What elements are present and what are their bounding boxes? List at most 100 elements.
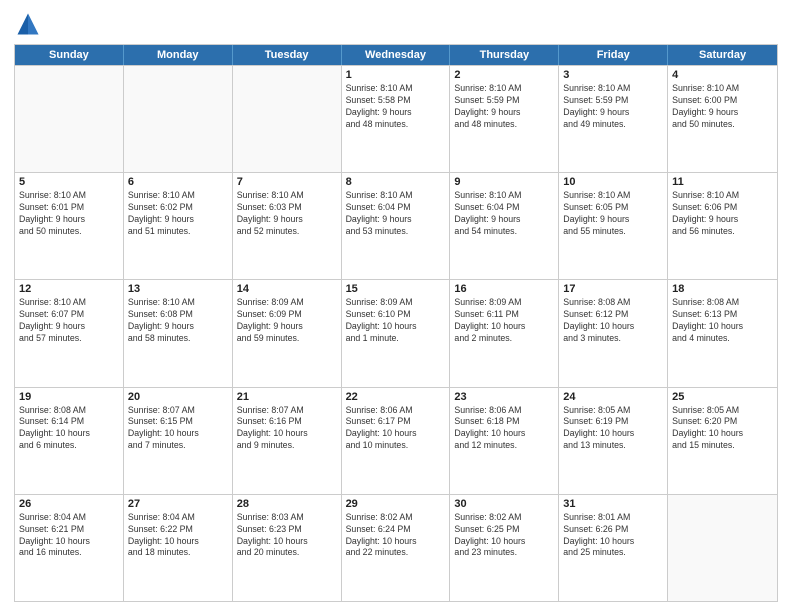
cell-text: Sunrise: 8:10 AM Sunset: 5:58 PM Dayligh…	[346, 83, 446, 131]
cal-cell: 16 Sunrise: 8:09 AM Sunset: 6:11 PM Dayli…	[450, 280, 559, 386]
header-cell-monday: Monday	[124, 45, 233, 65]
cell-text: Sunrise: 8:10 AM Sunset: 6:08 PM Dayligh…	[128, 297, 228, 345]
cal-cell: 22 Sunrise: 8:06 AM Sunset: 6:17 PM Dayli…	[342, 388, 451, 494]
day-number: 28	[237, 498, 337, 510]
header-cell-sunday: Sunday	[15, 45, 124, 65]
cell-text: Sunrise: 8:02 AM Sunset: 6:25 PM Dayligh…	[454, 512, 554, 560]
cell-text: Sunrise: 8:07 AM Sunset: 6:15 PM Dayligh…	[128, 405, 228, 453]
cal-cell: 1 Sunrise: 8:10 AM Sunset: 5:58 PM Daylig…	[342, 66, 451, 172]
header-cell-tuesday: Tuesday	[233, 45, 342, 65]
cal-cell: 6 Sunrise: 8:10 AM Sunset: 6:02 PM Daylig…	[124, 173, 233, 279]
page: SundayMondayTuesdayWednesdayThursdayFrid…	[0, 0, 792, 612]
calendar: SundayMondayTuesdayWednesdayThursdayFrid…	[14, 44, 778, 602]
day-number: 18	[672, 283, 773, 295]
header	[14, 10, 778, 38]
cal-cell: 8Sunrise: 8:10 AM Sunset: 6:04 PM Daylig…	[342, 173, 451, 279]
cal-cell: 29Sunrise: 8:02 AM Sunset: 6:24 PM Dayli…	[342, 495, 451, 601]
calendar-row-1: 1 Sunrise: 8:10 AM Sunset: 5:58 PM Daylig…	[15, 65, 777, 172]
day-number: 31	[563, 498, 663, 510]
day-number: 17	[563, 283, 663, 295]
cal-cell: 14 Sunrise: 8:09 AM Sunset: 6:09 PM Dayli…	[233, 280, 342, 386]
day-number: 11	[672, 176, 773, 188]
cal-cell: 20 Sunrise: 8:07 AM Sunset: 6:15 PM Dayli…	[124, 388, 233, 494]
day-number: 12	[19, 283, 119, 295]
cal-cell: 11 Sunrise: 8:10 AM Sunset: 6:06 PM Dayli…	[668, 173, 777, 279]
calendar-row-5: 26Sunrise: 8:04 AM Sunset: 6:21 PM Dayli…	[15, 494, 777, 601]
cal-cell: 2Sunrise: 8:10 AM Sunset: 5:59 PM Daylig…	[450, 66, 559, 172]
cell-text: Sunrise: 8:02 AM Sunset: 6:24 PM Dayligh…	[346, 512, 446, 560]
cell-text: Sunrise: 8:10 AM Sunset: 6:05 PM Dayligh…	[563, 190, 663, 238]
cell-text: Sunrise: 8:03 AM Sunset: 6:23 PM Dayligh…	[237, 512, 337, 560]
cal-cell: 26Sunrise: 8:04 AM Sunset: 6:21 PM Dayli…	[15, 495, 124, 601]
day-number: 22	[346, 391, 446, 403]
cell-text: Sunrise: 8:04 AM Sunset: 6:22 PM Dayligh…	[128, 512, 228, 560]
header-cell-thursday: Thursday	[450, 45, 559, 65]
header-cell-friday: Friday	[559, 45, 668, 65]
cell-text: Sunrise: 8:10 AM Sunset: 6:04 PM Dayligh…	[454, 190, 554, 238]
cell-text: Sunrise: 8:09 AM Sunset: 6:09 PM Dayligh…	[237, 297, 337, 345]
day-number: 8	[346, 176, 446, 188]
day-number: 7	[237, 176, 337, 188]
day-number: 30	[454, 498, 554, 510]
day-number: 21	[237, 391, 337, 403]
cal-cell: 19 Sunrise: 8:08 AM Sunset: 6:14 PM Dayli…	[15, 388, 124, 494]
cell-text: Sunrise: 8:10 AM Sunset: 6:03 PM Dayligh…	[237, 190, 337, 238]
day-number: 4	[672, 69, 773, 81]
day-number: 27	[128, 498, 228, 510]
cal-cell: 12 Sunrise: 8:10 AM Sunset: 6:07 PM Dayli…	[15, 280, 124, 386]
day-number: 24	[563, 391, 663, 403]
logo	[14, 10, 46, 38]
cal-cell: 4 Sunrise: 8:10 AM Sunset: 6:00 PM Daylig…	[668, 66, 777, 172]
day-number: 14	[237, 283, 337, 295]
cal-cell: 9 Sunrise: 8:10 AM Sunset: 6:04 PM Daylig…	[450, 173, 559, 279]
day-number: 3	[563, 69, 663, 81]
day-number: 23	[454, 391, 554, 403]
cell-text: Sunrise: 8:07 AM Sunset: 6:16 PM Dayligh…	[237, 405, 337, 453]
cell-text: Sunrise: 8:01 AM Sunset: 6:26 PM Dayligh…	[563, 512, 663, 560]
cell-text: Sunrise: 8:10 AM Sunset: 6:01 PM Dayligh…	[19, 190, 119, 238]
cal-cell: 15 Sunrise: 8:09 AM Sunset: 6:10 PM Dayli…	[342, 280, 451, 386]
cell-text: Sunrise: 8:09 AM Sunset: 6:10 PM Dayligh…	[346, 297, 446, 345]
day-number: 1	[346, 69, 446, 81]
day-number: 9	[454, 176, 554, 188]
cal-cell: 27 Sunrise: 8:04 AM Sunset: 6:22 PM Dayli…	[124, 495, 233, 601]
cell-text: Sunrise: 8:05 AM Sunset: 6:20 PM Dayligh…	[672, 405, 773, 453]
cell-text: Sunrise: 8:06 AM Sunset: 6:18 PM Dayligh…	[454, 405, 554, 453]
cal-cell: 17Sunrise: 8:08 AM Sunset: 6:12 PM Dayli…	[559, 280, 668, 386]
cell-text: Sunrise: 8:06 AM Sunset: 6:17 PM Dayligh…	[346, 405, 446, 453]
header-cell-wednesday: Wednesday	[342, 45, 451, 65]
cal-cell: 25Sunrise: 8:05 AM Sunset: 6:20 PM Dayli…	[668, 388, 777, 494]
cal-cell	[668, 495, 777, 601]
calendar-body: 1 Sunrise: 8:10 AM Sunset: 5:58 PM Daylig…	[15, 65, 777, 601]
calendar-row-3: 12 Sunrise: 8:10 AM Sunset: 6:07 PM Dayli…	[15, 279, 777, 386]
day-number: 6	[128, 176, 228, 188]
cal-cell	[233, 66, 342, 172]
day-number: 15	[346, 283, 446, 295]
cal-cell: 10Sunrise: 8:10 AM Sunset: 6:05 PM Dayli…	[559, 173, 668, 279]
day-number: 16	[454, 283, 554, 295]
cell-text: Sunrise: 8:10 AM Sunset: 5:59 PM Dayligh…	[563, 83, 663, 131]
cal-cell: 28 Sunrise: 8:03 AM Sunset: 6:23 PM Dayli…	[233, 495, 342, 601]
cell-text: Sunrise: 8:10 AM Sunset: 6:00 PM Dayligh…	[672, 83, 773, 131]
day-number: 5	[19, 176, 119, 188]
day-number: 20	[128, 391, 228, 403]
header-cell-saturday: Saturday	[668, 45, 777, 65]
cell-text: Sunrise: 8:09 AM Sunset: 6:11 PM Dayligh…	[454, 297, 554, 345]
cal-cell	[124, 66, 233, 172]
cell-text: Sunrise: 8:10 AM Sunset: 6:06 PM Dayligh…	[672, 190, 773, 238]
cell-text: Sunrise: 8:08 AM Sunset: 6:13 PM Dayligh…	[672, 297, 773, 345]
cal-cell: 5 Sunrise: 8:10 AM Sunset: 6:01 PM Daylig…	[15, 173, 124, 279]
day-number: 26	[19, 498, 119, 510]
cal-cell: 30 Sunrise: 8:02 AM Sunset: 6:25 PM Dayli…	[450, 495, 559, 601]
cal-cell: 24Sunrise: 8:05 AM Sunset: 6:19 PM Dayli…	[559, 388, 668, 494]
cal-cell: 21 Sunrise: 8:07 AM Sunset: 6:16 PM Dayli…	[233, 388, 342, 494]
cell-text: Sunrise: 8:08 AM Sunset: 6:14 PM Dayligh…	[19, 405, 119, 453]
cal-cell: 31 Sunrise: 8:01 AM Sunset: 6:26 PM Dayli…	[559, 495, 668, 601]
calendar-row-2: 5 Sunrise: 8:10 AM Sunset: 6:01 PM Daylig…	[15, 172, 777, 279]
calendar-row-4: 19 Sunrise: 8:08 AM Sunset: 6:14 PM Dayli…	[15, 387, 777, 494]
day-number: 13	[128, 283, 228, 295]
cell-text: Sunrise: 8:10 AM Sunset: 6:07 PM Dayligh…	[19, 297, 119, 345]
day-number: 19	[19, 391, 119, 403]
cell-text: Sunrise: 8:10 AM Sunset: 6:02 PM Dayligh…	[128, 190, 228, 238]
cal-cell: 18 Sunrise: 8:08 AM Sunset: 6:13 PM Dayli…	[668, 280, 777, 386]
